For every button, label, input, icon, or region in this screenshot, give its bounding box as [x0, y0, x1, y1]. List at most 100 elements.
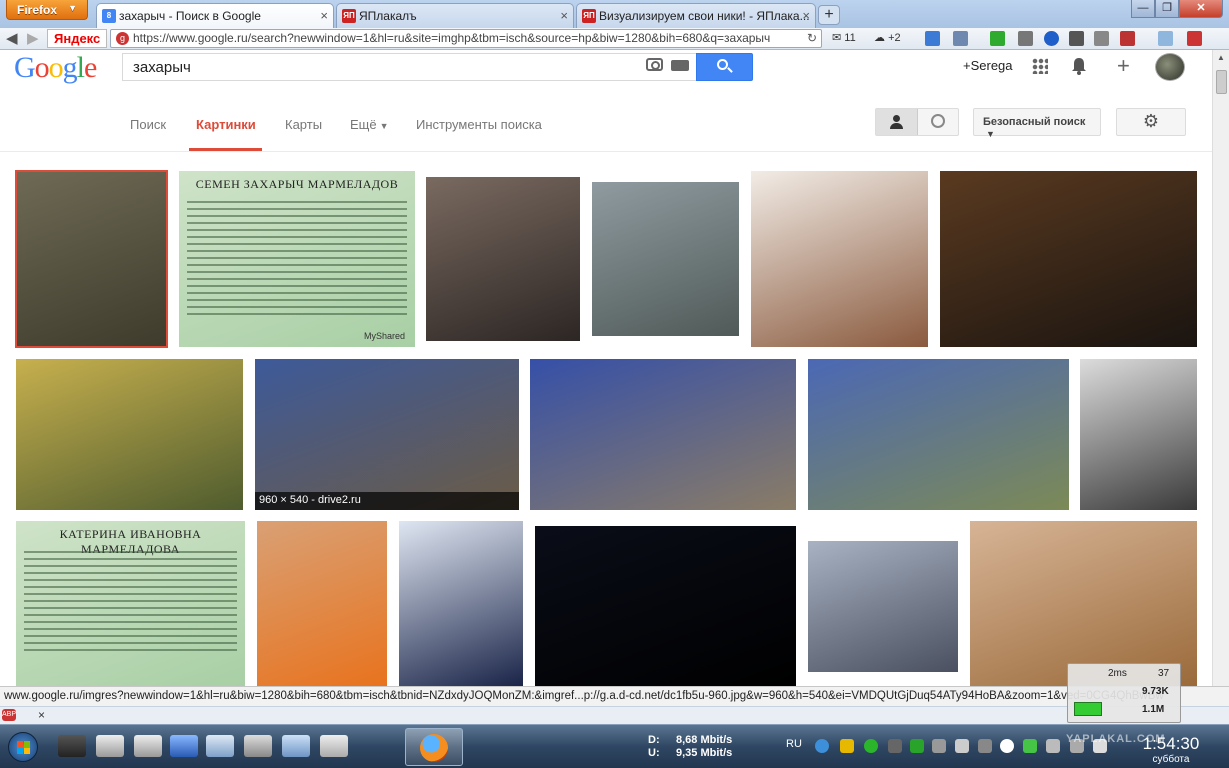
weather-icon[interactable]: ☁ +2: [874, 31, 901, 47]
user-profile-link[interactable]: +Serega: [963, 58, 1013, 73]
tray-icon[interactable]: [978, 739, 992, 753]
search-icon-handle: [727, 67, 733, 73]
globe-icon: [931, 114, 945, 128]
image-result[interactable]: [808, 541, 958, 672]
save-page-icon[interactable]: [1069, 31, 1084, 46]
new-tab-button[interactable]: +: [818, 5, 840, 25]
firefox-menu-button[interactable]: Firefox ▼: [6, 0, 88, 20]
scrollbar-thumb[interactable]: [1216, 70, 1227, 94]
taskbar-firefox-button[interactable]: [405, 728, 463, 766]
puzzle-icon[interactable]: [1094, 31, 1109, 46]
browser-tab-yaplakal[interactable]: ЯП ЯПлакалъ ×: [336, 3, 574, 28]
browser-tab-google[interactable]: 8 захарыч - Поиск в Google ×: [96, 3, 334, 29]
hard-drive-icon[interactable]: [58, 735, 86, 757]
adblock-icon[interactable]: ABP: [2, 709, 16, 721]
image-result[interactable]: [808, 359, 1069, 510]
drive-remove-icon[interactable]: [320, 735, 348, 757]
selected-tab-indicator: [189, 148, 262, 151]
mail-icon[interactable]: ✉ 11: [832, 31, 856, 47]
tab-images[interactable]: Картинки: [196, 117, 256, 132]
logo-letter: o: [48, 51, 64, 84]
close-tab-icon[interactable]: ×: [560, 8, 568, 23]
drive-icon[interactable]: [134, 735, 162, 757]
tab-more[interactable]: Ещё ▼: [350, 117, 389, 132]
logo-letter: G: [14, 51, 36, 84]
image-result[interactable]: [751, 171, 928, 347]
logo-letter: e: [84, 51, 97, 84]
window-close-button[interactable]: ✕: [1179, 0, 1223, 18]
image-result[interactable]: [535, 526, 796, 686]
torrent-tray-icon[interactable]: [864, 739, 878, 753]
image-result[interactable]: [16, 359, 243, 510]
person-view-button[interactable]: [876, 109, 918, 135]
camera-search-icon[interactable]: [646, 58, 663, 71]
search-button[interactable]: [696, 53, 753, 81]
download-speed-value: 8,68 Mbit/s: [676, 734, 733, 746]
window-minimize-button[interactable]: —: [1131, 0, 1155, 18]
drive-icon[interactable]: [96, 735, 124, 757]
image-result[interactable]: СЕМЕН ЗАХАРЫЧ МАРМЕЛАДОВ MyShared: [179, 171, 415, 347]
globe-view-button[interactable]: [918, 109, 958, 135]
apps-grid-icon[interactable]: [1032, 58, 1048, 74]
vertical-scrollbar[interactable]: ▲: [1212, 50, 1229, 686]
settings-button[interactable]: ⚙: [1116, 108, 1186, 136]
image-result[interactable]: 960 × 540 - drive2.ru: [255, 359, 519, 510]
search-input[interactable]: захарыч: [122, 53, 696, 81]
tab-search-tools[interactable]: Инструменты поиска: [416, 117, 542, 132]
adblock-icon[interactable]: [1120, 31, 1135, 46]
back-arrow-icon[interactable]: ◀: [6, 29, 18, 47]
tray-icon[interactable]: [840, 739, 854, 753]
bookmark-star-icon[interactable]: [953, 31, 968, 46]
image-result[interactable]: [399, 521, 523, 686]
tray-icon[interactable]: [1046, 739, 1060, 753]
tray-icon[interactable]: [1000, 739, 1014, 753]
start-button[interactable]: [8, 732, 38, 762]
tray-icon[interactable]: [910, 739, 924, 753]
addon-icon[interactable]: [925, 31, 940, 46]
image-result[interactable]: [592, 182, 739, 336]
tray-icon[interactable]: [955, 739, 969, 753]
close-icon[interactable]: ×: [38, 708, 45, 722]
tab-search[interactable]: Поиск: [130, 117, 166, 132]
reload-icon[interactable]: ↻: [807, 30, 817, 47]
tray-icon[interactable]: [888, 739, 902, 753]
safe-search-dropdown[interactable]: Безопасный поиск ▼: [973, 108, 1101, 139]
tab-maps[interactable]: Карты: [285, 117, 322, 132]
download-arrow-icon[interactable]: [990, 31, 1005, 46]
network-tray-icon[interactable]: [815, 739, 829, 753]
notifications-bell-icon[interactable]: [1071, 57, 1087, 75]
share-plus-icon[interactable]: +: [1117, 53, 1130, 79]
close-tab-icon[interactable]: ×: [802, 8, 810, 23]
language-indicator[interactable]: RU: [786, 738, 802, 750]
google-logo[interactable]: Google: [14, 51, 97, 85]
close-tab-icon[interactable]: ×: [320, 8, 328, 23]
windows-logo-icon-bottom: [17, 748, 30, 754]
site-identity-icon[interactable]: g: [116, 32, 129, 45]
browser-tab-yaplakal-2[interactable]: ЯП Визуализируем свои ники! - ЯПлака... …: [576, 3, 816, 28]
image-result[interactable]: [15, 170, 168, 348]
keyboard-icon[interactable]: [671, 60, 689, 71]
window-maximize-button[interactable]: ❐: [1155, 0, 1179, 18]
avatar[interactable]: [1155, 53, 1185, 81]
tray-icon[interactable]: [932, 739, 946, 753]
cloud-addon-icon[interactable]: [1158, 31, 1173, 46]
scanner-icon[interactable]: [244, 735, 272, 757]
yandex-bar-button[interactable]: Яндекс: [47, 29, 107, 48]
url-bar[interactable]: g https://www.google.ru/search?newwindow…: [110, 29, 822, 48]
tray-icon[interactable]: [1023, 739, 1037, 753]
globe-addon-icon[interactable]: [1044, 31, 1059, 46]
image-result[interactable]: [1080, 359, 1197, 510]
image-result[interactable]: [257, 521, 387, 686]
youtube-icon[interactable]: [1187, 31, 1202, 46]
scroll-up-icon[interactable]: ▲: [1217, 53, 1225, 62]
image-result[interactable]: [530, 359, 796, 510]
sd-card-icon[interactable]: [170, 735, 198, 757]
image-result[interactable]: [426, 177, 580, 341]
image-result[interactable]: [940, 171, 1197, 347]
image-result[interactable]: [970, 521, 1197, 686]
image-result[interactable]: КАТЕРИНА ИВАНОВНА МАРМЕЛАДОВА: [16, 521, 245, 686]
download-box-icon[interactable]: [1018, 31, 1033, 46]
disc-icon[interactable]: [206, 735, 234, 757]
usb-icon[interactable]: [282, 735, 310, 757]
forward-arrow-icon[interactable]: ▶: [27, 29, 39, 47]
